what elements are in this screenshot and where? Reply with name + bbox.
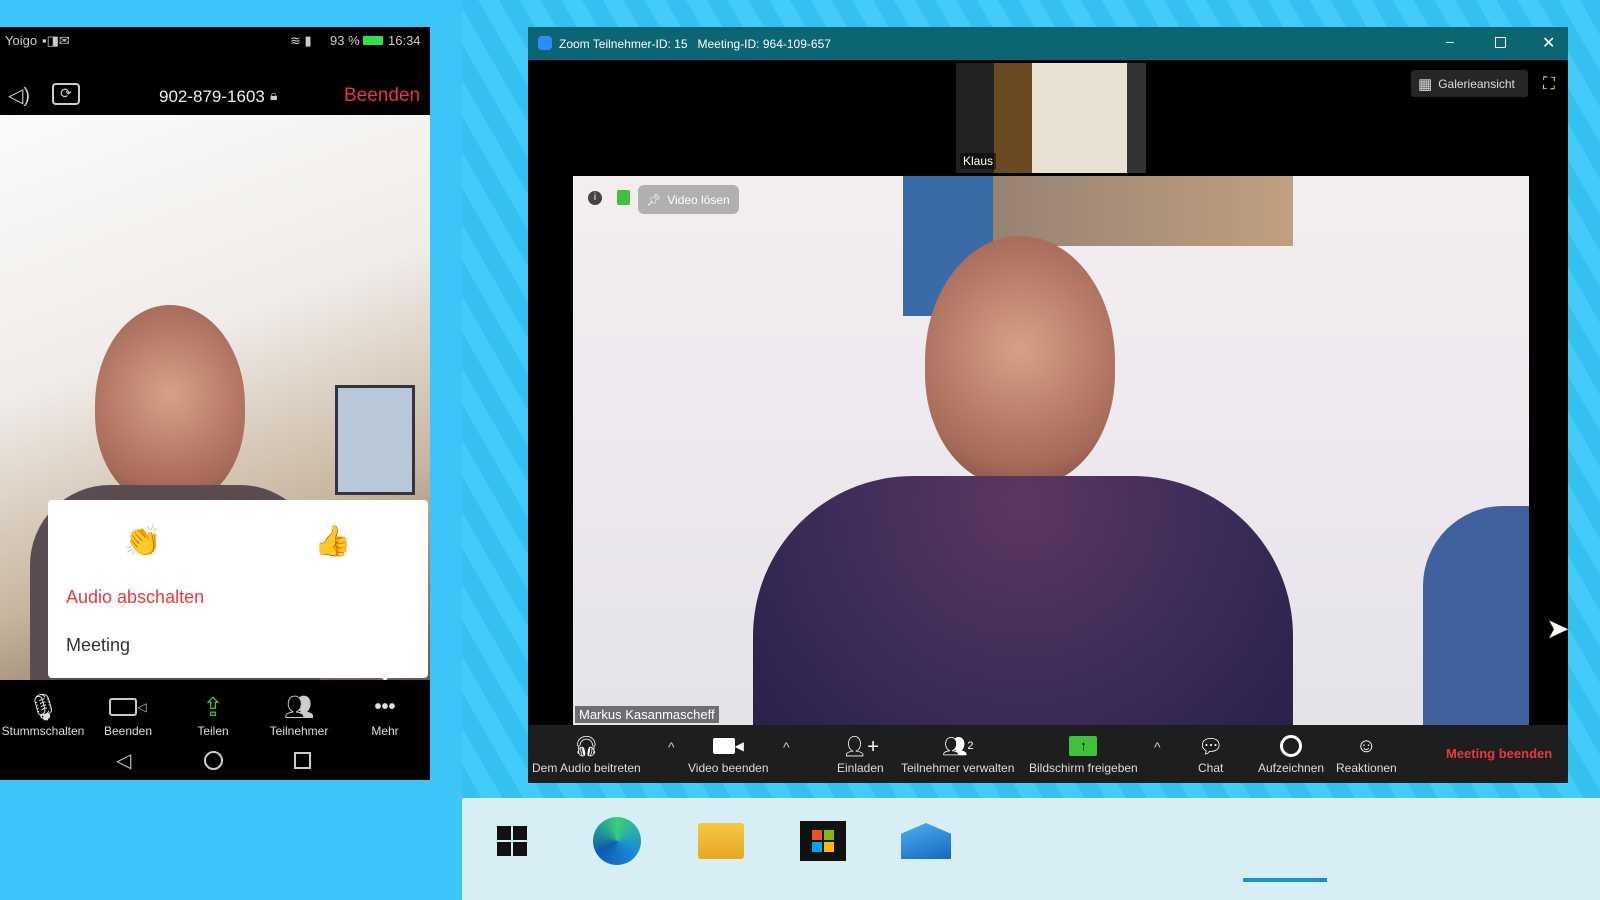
unpin-label: Video lösen	[667, 192, 730, 207]
join-audio-label: Dem Audio beitreten	[532, 761, 641, 775]
unpin-video-button[interactable]: 📌︎ Video lösen	[638, 185, 739, 214]
join-audio-button[interactable]: 🎧︎ Dem Audio beitreten	[532, 731, 641, 776]
invite-button[interactable]: 👤︎+ Einladen	[837, 731, 884, 776]
record-icon	[1258, 731, 1324, 761]
file-explorer-icon[interactable]	[695, 815, 747, 867]
manage-participants-label: Teilnehmer verwalten	[901, 761, 1015, 775]
pin-icon: 📌︎	[646, 192, 662, 207]
close-button[interactable]: ✕	[1542, 33, 1555, 53]
more-icon: •••	[374, 695, 396, 718]
speaker-name: Markus Kasanmascheff	[575, 706, 719, 723]
notification-icons: ▪◨✉	[42, 33, 70, 48]
fullscreen-icon[interactable]: ⛶	[1543, 74, 1555, 94]
info-icon[interactable]: i	[588, 191, 602, 205]
gallery-view-button[interactable]: ▦ Galerieansicht	[1411, 70, 1528, 97]
microphone-icon: 🎙︎	[26, 691, 60, 722]
zoom-logo-icon	[538, 36, 552, 50]
participants-icon: 👥︎	[283, 693, 315, 721]
participants-button[interactable]: 👥︎ Teilnehmer	[256, 690, 342, 739]
title-bar: Zoom Teilnehmer-ID: 15 Meeting-ID: 964-1…	[528, 27, 1568, 60]
clap-reaction-button[interactable]: 👏	[124, 524, 161, 559]
thumbnail-name: Klaus	[960, 153, 997, 169]
stop-video-label: Video beenden	[688, 761, 769, 775]
windows-start-icon[interactable]	[486, 815, 538, 867]
add-person-icon: 👤︎+	[841, 735, 879, 758]
phone-toolbar: 🎙︎ Stummschalten ◁ Beenden ⇪ Teilen 👥︎ Teiln…	[0, 680, 430, 780]
reactions-button[interactable]: ☺︎ Reaktionen	[1336, 731, 1397, 776]
video-camera-icon: ◀	[688, 731, 769, 761]
battery-label: 93 %	[330, 33, 360, 48]
battery-icon	[363, 36, 383, 45]
share-screen-label: Bildschirm freigeben	[1029, 761, 1138, 775]
more-button[interactable]: ••• Mehr	[342, 690, 428, 739]
mail-icon[interactable]	[900, 815, 952, 867]
meeting-number: 902-879-1603	[159, 87, 265, 106]
mouse-cursor: ➤	[1546, 613, 1570, 644]
microsoft-store-icon[interactable]	[797, 815, 849, 867]
recents-nav-icon[interactable]	[294, 752, 311, 769]
gallery-view-label: Galerieansicht	[1438, 76, 1515, 91]
switch-camera-icon[interactable]: ⟳	[52, 83, 80, 105]
thumbnail-video[interactable]: Klaus	[956, 63, 1146, 173]
invite-label: Einladen	[837, 761, 884, 775]
stop-video-label: Beenden	[103, 724, 153, 738]
background-object	[1423, 506, 1529, 725]
minimize-button[interactable]: –	[1446, 33, 1454, 49]
participants-icon: 👥︎ 2	[941, 735, 974, 758]
video-camera-icon: ◁	[85, 690, 171, 724]
edge-browser-icon[interactable]	[591, 815, 643, 867]
grid-icon: ▦	[1418, 75, 1433, 93]
home-nav-icon[interactable]	[204, 751, 223, 770]
record-label: Aufzeichnen	[1258, 761, 1325, 775]
manage-participants-button[interactable]: 👥︎ 2 Teilnehmer verwalten	[901, 731, 1015, 776]
speaker-icon[interactable]: ◁)	[8, 83, 30, 108]
more-label: Mehr	[371, 724, 399, 738]
maximize-button[interactable]	[1495, 37, 1506, 48]
end-button[interactable]: Beenden	[344, 85, 420, 107]
speaker-body	[753, 476, 1293, 725]
share-screen-icon: ↑	[1029, 731, 1138, 761]
share-label: Teilen	[197, 724, 229, 738]
more-menu-popup: 👏 👍 Audio abschalten Meeting	[48, 500, 428, 681]
chat-button[interactable]: 💬︎ Chat	[1198, 731, 1224, 776]
mute-label: Stummschalten	[1, 724, 85, 738]
mute-button[interactable]: 🎙︎ Stummschalten	[0, 690, 86, 739]
back-nav-icon[interactable]: ◁	[116, 748, 131, 773]
end-meeting-button[interactable]: Meeting beenden	[1446, 746, 1552, 761]
wall-picture	[335, 385, 415, 495]
carrier-label: Yoigo	[5, 33, 38, 48]
thumbs-up-reaction-button[interactable]: 👍	[314, 524, 351, 559]
share-screen-button[interactable]: ↑ Bildschirm freigeben	[1029, 731, 1138, 775]
speaker-face	[925, 236, 1115, 486]
zoom-window: Zoom Teilnehmer-ID: 15 Meeting-ID: 964-1…	[528, 27, 1568, 783]
participant-face	[95, 305, 245, 505]
meeting-toolbar: 🎧︎ Dem Audio beitreten ^ ◀ Video beenden ^…	[528, 725, 1568, 783]
audio-options-caret[interactable]: ^	[668, 739, 675, 755]
record-button[interactable]: Aufzeichnen	[1258, 731, 1324, 775]
participant-count: 2	[967, 740, 974, 752]
share-options-caret[interactable]: ^	[1154, 739, 1161, 755]
active-indicator	[1243, 878, 1327, 882]
reactions-label: Reaktionen	[1336, 761, 1397, 775]
headphones-icon: 🎧︎	[573, 735, 600, 758]
share-icon: ⇪	[202, 691, 224, 722]
window-title: Zoom Teilnehmer-ID: 15 Meeting-ID: 964-1…	[559, 37, 831, 51]
chat-icon: 💬︎	[1198, 735, 1224, 758]
stop-video-button[interactable]: ◀ Video beenden	[688, 731, 769, 775]
lock-icon: 🔒︎	[270, 87, 278, 103]
participants-label: Teilnehmer	[269, 724, 329, 738]
chat-label: Chat	[1198, 761, 1224, 775]
signal-icon: ≋ ▮	[290, 33, 312, 48]
smiley-icon: ☺︎	[1356, 734, 1377, 757]
video-options-caret[interactable]: ^	[783, 739, 790, 755]
main-video: i 📌︎ Video lösen Markus Kasanmascheff	[573, 176, 1529, 725]
audio-off-menu-item[interactable]: Audio abschalten	[66, 587, 204, 608]
stop-video-button[interactable]: ◁ Beenden	[85, 690, 171, 738]
phone-screen: Yoigo ▪◨✉ ≋ ▮ 93 % 16:34 ◁) ⟳ 902-879-16…	[0, 27, 430, 780]
clock-label: 16:34	[388, 33, 421, 48]
encryption-lock-icon[interactable]	[617, 190, 630, 205]
meeting-menu-item[interactable]: Meeting	[66, 635, 130, 656]
share-button[interactable]: ⇪ Teilen	[170, 690, 256, 739]
